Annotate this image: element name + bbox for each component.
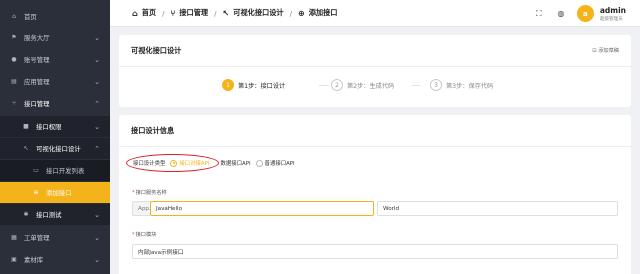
chevron-down-icon: ⌄ xyxy=(94,55,100,64)
sidebar-item-label: 服务大厅 xyxy=(24,34,50,42)
chevron-down-icon: ⌄ xyxy=(94,33,100,42)
sidebar-item-label: 接口管理 xyxy=(24,100,50,108)
design-icon: ↖ xyxy=(222,8,230,18)
divider xyxy=(119,146,631,147)
add-draft-link[interactable]: ⊡ 添加草稿 xyxy=(592,47,619,54)
top-header: ⌂ 首页 / ⑂ 接口管理 / ↖ 可视化接口设计 / ⊕ 添加接口 ⛶ ◍ a… xyxy=(110,0,640,27)
required-marker: * xyxy=(132,190,135,196)
api-type-option[interactable]: 数据接口API xyxy=(220,159,250,167)
sidebar-item-api-permissions[interactable]: ■ 接口权限 ⌄ xyxy=(0,116,110,137)
design-icon: ↖ xyxy=(23,145,29,152)
module-label: *接口模块 xyxy=(132,232,157,238)
breadcrumb-home[interactable]: 首页 xyxy=(142,8,156,18)
breadcrumb-visual-design[interactable]: 可视化接口设计 xyxy=(233,8,283,18)
step-label: 第1步：接口设计 xyxy=(238,82,286,90)
breadcrumb-separator: / xyxy=(214,8,217,18)
sidebar-item-label: 接口开发列表 xyxy=(46,167,85,175)
service-suffix-input[interactable]: World xyxy=(377,201,618,216)
chevron-down-icon: ⌄ xyxy=(94,210,100,219)
card-title: 接口设计信息 xyxy=(131,126,175,135)
sidebar-item-label: 首页 xyxy=(24,13,37,21)
service-prefix: App. xyxy=(132,201,151,216)
chevron-down-icon: ⌄ xyxy=(94,255,100,264)
chevron-down-icon: ⌄ xyxy=(94,233,100,242)
fullscreen-icon[interactable]: ⛶ xyxy=(533,8,545,20)
user-role: 超级管理员 xyxy=(599,16,623,22)
sidebar-item-home[interactable]: ⌂ 首页 xyxy=(0,6,110,27)
ticket-icon: ▦ xyxy=(11,234,17,241)
step-number: 1 xyxy=(222,79,234,91)
step-connector xyxy=(412,85,420,86)
sidebar-item-accounts[interactable]: ● 账号管理 ⌄ xyxy=(0,49,110,70)
user-name: admin xyxy=(599,5,626,15)
breadcrumb-separator: / xyxy=(289,8,292,18)
sidebar-item-add-api[interactable]: ⊕ 添加接口 xyxy=(0,182,110,203)
chevron-up-icon: ⌃ xyxy=(94,99,100,108)
required-marker: * xyxy=(132,232,135,238)
sidebar-item-label: 应用管理 xyxy=(24,78,50,86)
sidebar-item-library[interactable]: ▣ 素材库 ⌄ xyxy=(0,249,110,270)
sidebar-item-api-management[interactable]: ⑂ 接口管理 ⌃ xyxy=(0,93,110,114)
breadcrumb-api-management[interactable]: 接口管理 xyxy=(179,8,208,18)
home-icon: ⌂ xyxy=(132,8,138,18)
language-icon[interactable]: ◍ xyxy=(555,8,567,20)
annotation-ellipse xyxy=(126,154,219,172)
chevron-up-icon: ⌃ xyxy=(94,144,100,153)
sidebar-item-api-dev-list[interactable]: ▭ 接口开发列表 xyxy=(0,160,110,181)
sidebar-item-label: 可视化接口设计 xyxy=(36,145,81,153)
avatar[interactable]: a xyxy=(576,5,594,22)
header-tools: ⛶ ◍ a admin 超级管理员 xyxy=(533,0,640,27)
list-icon: ▭ xyxy=(33,167,39,174)
sidebar-item-label: 工单管理 xyxy=(24,234,50,242)
service-name-input[interactable]: JavaHello xyxy=(150,201,374,216)
sidebar: ⌂ 首页 ⚑ 服务大厅 ⌄ ● 账号管理 ⌄ ▤ 应用管理 ⌄ ⑂ 接口管理 ⌃… xyxy=(0,0,110,274)
sidebar-item-service-hall[interactable]: ⚑ 服务大厅 ⌄ xyxy=(0,27,110,48)
shop-icon: ⚑ xyxy=(11,34,17,41)
step-label: 第3步：保存代码 xyxy=(446,82,494,90)
sidebar-item-visual-design[interactable]: ↖ 可视化接口设计 ⌃ xyxy=(0,138,110,159)
user-icon: ● xyxy=(11,56,17,63)
app-icon: ▤ xyxy=(11,78,17,85)
radio-label: 普通接口API xyxy=(264,161,295,167)
api-type-option[interactable]: 普通接口API xyxy=(255,159,295,167)
step-label: 第2步：生成代码 xyxy=(347,82,395,90)
api-info-card: 接口设计信息 接口设计类型 接口对接API 数据接口API 普通接口API *接… xyxy=(119,115,631,274)
add-icon: ⊕ xyxy=(33,189,39,196)
service-name-label: *接口服务名称 xyxy=(132,190,167,196)
sidebar-item-label: 添加接口 xyxy=(46,189,72,197)
add-icon: ⊕ xyxy=(298,8,305,18)
design-steps-card: 可视化接口设计 ⊡ 添加草稿 1 第1步：接口设计 2 第2步：生成代码 3 第… xyxy=(119,35,631,107)
sidebar-item-apps[interactable]: ▤ 应用管理 ⌄ xyxy=(0,71,110,92)
chevron-down-icon: ⌄ xyxy=(94,122,100,131)
breadcrumb: ⌂ 首页 / ⑂ 接口管理 / ↖ 可视化接口设计 / ⊕ 添加接口 xyxy=(132,8,337,18)
step-number: 3 xyxy=(430,79,442,91)
breadcrumb-separator: / xyxy=(162,8,165,18)
library-icon: ▣ xyxy=(11,256,17,263)
sidebar-item-tickets[interactable]: ▦ 工单管理 ⌄ xyxy=(0,227,110,248)
divider xyxy=(119,66,631,67)
step-2: 2 第2步：生成代码 xyxy=(331,79,394,91)
sidebar-item-api-test[interactable]: ✱ 接口测试 ⌄ xyxy=(0,204,110,225)
home-icon: ⌂ xyxy=(12,13,16,20)
card-title: 可视化接口设计 xyxy=(131,46,182,55)
sidebar-item-label: 账号管理 xyxy=(24,56,50,64)
breadcrumb-add-api: 添加接口 xyxy=(308,8,338,17)
step-1: 1 第1步：接口设计 xyxy=(222,79,285,91)
sidebar-item-label: 接口权限 xyxy=(36,123,62,131)
test-icon: ✱ xyxy=(23,211,29,218)
sidebar-item-label: 接口测试 xyxy=(36,211,62,219)
module-input[interactable]: 内部Java示例接口 xyxy=(132,244,618,259)
lock-icon: ■ xyxy=(23,123,29,130)
user-menu[interactable]: admin 超级管理员 xyxy=(600,6,626,22)
radio-dot xyxy=(255,159,263,167)
chevron-down-icon: ⌄ xyxy=(94,77,100,86)
step-number: 2 xyxy=(331,79,343,91)
step-connector xyxy=(319,85,329,86)
sidebar-item-label: 素材库 xyxy=(24,256,44,264)
step-3: 3 第3步：保存代码 xyxy=(430,79,493,91)
api-icon: ⑂ xyxy=(170,8,176,18)
api-icon: ⑂ xyxy=(12,100,16,107)
radio-label: 数据接口API xyxy=(220,161,251,167)
